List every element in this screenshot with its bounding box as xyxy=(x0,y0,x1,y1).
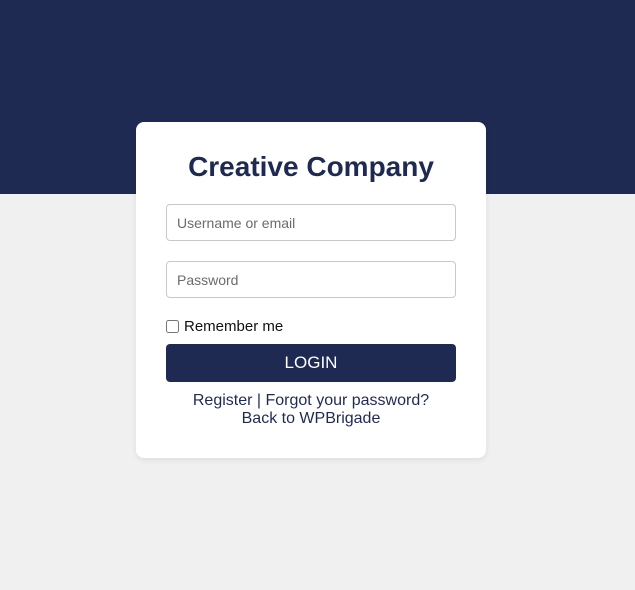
remember-label: Remember me xyxy=(184,317,284,335)
register-link[interactable]: Register xyxy=(193,392,253,409)
password-input[interactable] xyxy=(166,261,456,298)
auth-links: Register | Forgot your password? Back to… xyxy=(136,392,486,428)
login-button[interactable]: LOGIN xyxy=(166,344,456,382)
links-row-2: Back to WPBrigade xyxy=(136,410,486,428)
link-separator: | xyxy=(256,392,266,409)
login-card: Creative Company Remember me LOGIN Regis… xyxy=(136,122,486,458)
back-link[interactable]: Back to WPBrigade xyxy=(242,410,381,427)
links-row-1: Register | Forgot your password? xyxy=(136,392,486,410)
remember-checkbox[interactable] xyxy=(166,319,179,333)
username-input[interactable] xyxy=(166,204,456,241)
remember-me[interactable]: Remember me xyxy=(166,317,284,335)
forgot-password-link[interactable]: Forgot your password? xyxy=(266,392,430,409)
site-title: Creative Company xyxy=(188,151,434,182)
